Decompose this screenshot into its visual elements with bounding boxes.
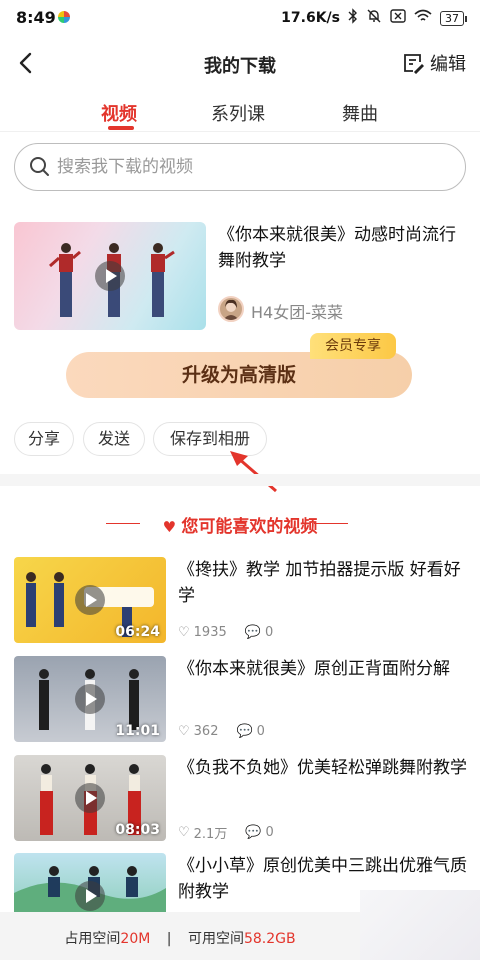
search-box (14, 143, 466, 191)
send-button[interactable]: 发送 (83, 422, 145, 456)
video-title[interactable]: 《负我不负她》优美轻松弹跳舞附教学 (178, 755, 468, 781)
comment-icon: 💬 (244, 625, 261, 640)
edit-label: 编辑 (430, 54, 466, 75)
video-duration: 08:03 (115, 822, 160, 838)
comment-icon: 💬 (245, 825, 262, 840)
network-speed: 17.6K/s (281, 10, 340, 26)
vip-exclusive-badge: 会员专享 (310, 333, 396, 359)
storage-bar: 占用空间20M | 可用空间58.2GB (0, 912, 360, 960)
video-title[interactable]: 《你本来就很美》原创正背面附分解 (178, 656, 468, 682)
play-icon (75, 881, 105, 911)
bluetooth-icon (348, 8, 358, 28)
video-duration: 06:24 (115, 624, 160, 640)
sim-off-icon (390, 9, 406, 27)
active-tab-indicator (108, 126, 134, 130)
video-thumbnail[interactable]: 06:24 (14, 557, 166, 643)
like-count: 2.1万 (193, 827, 228, 842)
like-count: 362 (193, 724, 219, 739)
video-thumbnail[interactable]: 08:03 (14, 755, 166, 841)
video-stats: ♡ 1935 💬 0 (178, 625, 273, 640)
like-icon: ♡ (178, 625, 190, 640)
video-thumbnail[interactable]: 11:01 (14, 656, 166, 742)
section-divider (0, 474, 480, 486)
header-bar: 我的下载 编辑 (0, 40, 480, 88)
list-item[interactable]: 11:01 《你本来就很美》原创正背面附分解 ♡ 362 💬 0 (14, 656, 466, 742)
share-button[interactable]: 分享 (14, 422, 74, 456)
my-downloads-screen: 8:49 17.6K/s 37 我的下载 编辑 视频 系列课 舞曲 搜索我下载的… (0, 0, 480, 960)
tab-series[interactable]: 系列课 (211, 100, 265, 126)
status-bar: 8:49 17.6K/s 37 (0, 0, 480, 36)
video-stats: ♡ 2.1万 💬 0 (178, 823, 274, 842)
play-icon (75, 783, 105, 813)
like-count: 1935 (193, 625, 227, 640)
free-space-label: 可用空间 (187, 931, 244, 947)
recommend-heading: ♥ 您可能喜欢的视频 (0, 512, 480, 537)
comment-icon: 💬 (236, 724, 253, 739)
video-duration: 11:01 (115, 723, 160, 739)
search-icon (29, 156, 51, 182)
status-right: 17.6K/s 37 (281, 8, 467, 28)
search-input[interactable] (57, 154, 447, 180)
comment-count: 0 (264, 625, 274, 640)
app-notification-icon (58, 11, 70, 23)
mute-bell-icon (366, 8, 382, 28)
download-video-title[interactable]: 《你本来就很美》动感时尚流行舞附教学 (218, 222, 468, 274)
like-icon: ♡ (178, 724, 190, 739)
used-space-value: 20M (120, 931, 151, 947)
edit-icon (404, 54, 424, 74)
used-space-label: 占用空间 (64, 931, 121, 947)
comment-count: 0 (265, 825, 274, 840)
edit-button[interactable]: 编辑 (402, 50, 466, 76)
storage-separator: | (166, 931, 172, 947)
storage-info: 占用空间20M | 可用空间58.2GB (0, 928, 360, 948)
play-icon (75, 684, 105, 714)
like-icon: ♡ (178, 825, 190, 840)
tab-videos[interactable]: 视频 (101, 100, 137, 126)
corner-overlay (360, 890, 480, 960)
download-video-thumbnail[interactable] (14, 222, 206, 330)
divider (0, 131, 480, 132)
heart-icon: ♥ (162, 518, 182, 536)
recommend-heading-text: 您可能喜欢的视频 (181, 517, 318, 537)
pointer-arrow-icon (224, 446, 284, 500)
category-tabs: 视频 系列课 舞曲 (0, 96, 480, 132)
comment-count: 0 (256, 724, 265, 739)
status-time: 8:49 (16, 8, 56, 27)
battery-indicator: 37 (440, 10, 467, 26)
wifi-icon (414, 9, 432, 27)
video-stats: ♡ 362 💬 0 (178, 724, 265, 739)
video-title[interactable]: 《搀扶》教学 加节拍器提示版 好看好学 (178, 557, 468, 609)
author-avatar (218, 296, 244, 322)
list-item[interactable]: 06:24 《搀扶》教学 加节拍器提示版 好看好学 ♡ 1935 💬 0 (14, 557, 466, 643)
play-icon (95, 261, 125, 291)
free-space-value: 58.2GB (243, 931, 296, 947)
play-icon (75, 585, 105, 615)
author-name: H4女团-菜菜 (251, 303, 343, 322)
list-item[interactable]: 08:03 《负我不负她》优美轻松弹跳舞附教学 ♡ 2.1万 💬 0 (14, 755, 468, 842)
tab-dance-music[interactable]: 舞曲 (342, 100, 378, 126)
